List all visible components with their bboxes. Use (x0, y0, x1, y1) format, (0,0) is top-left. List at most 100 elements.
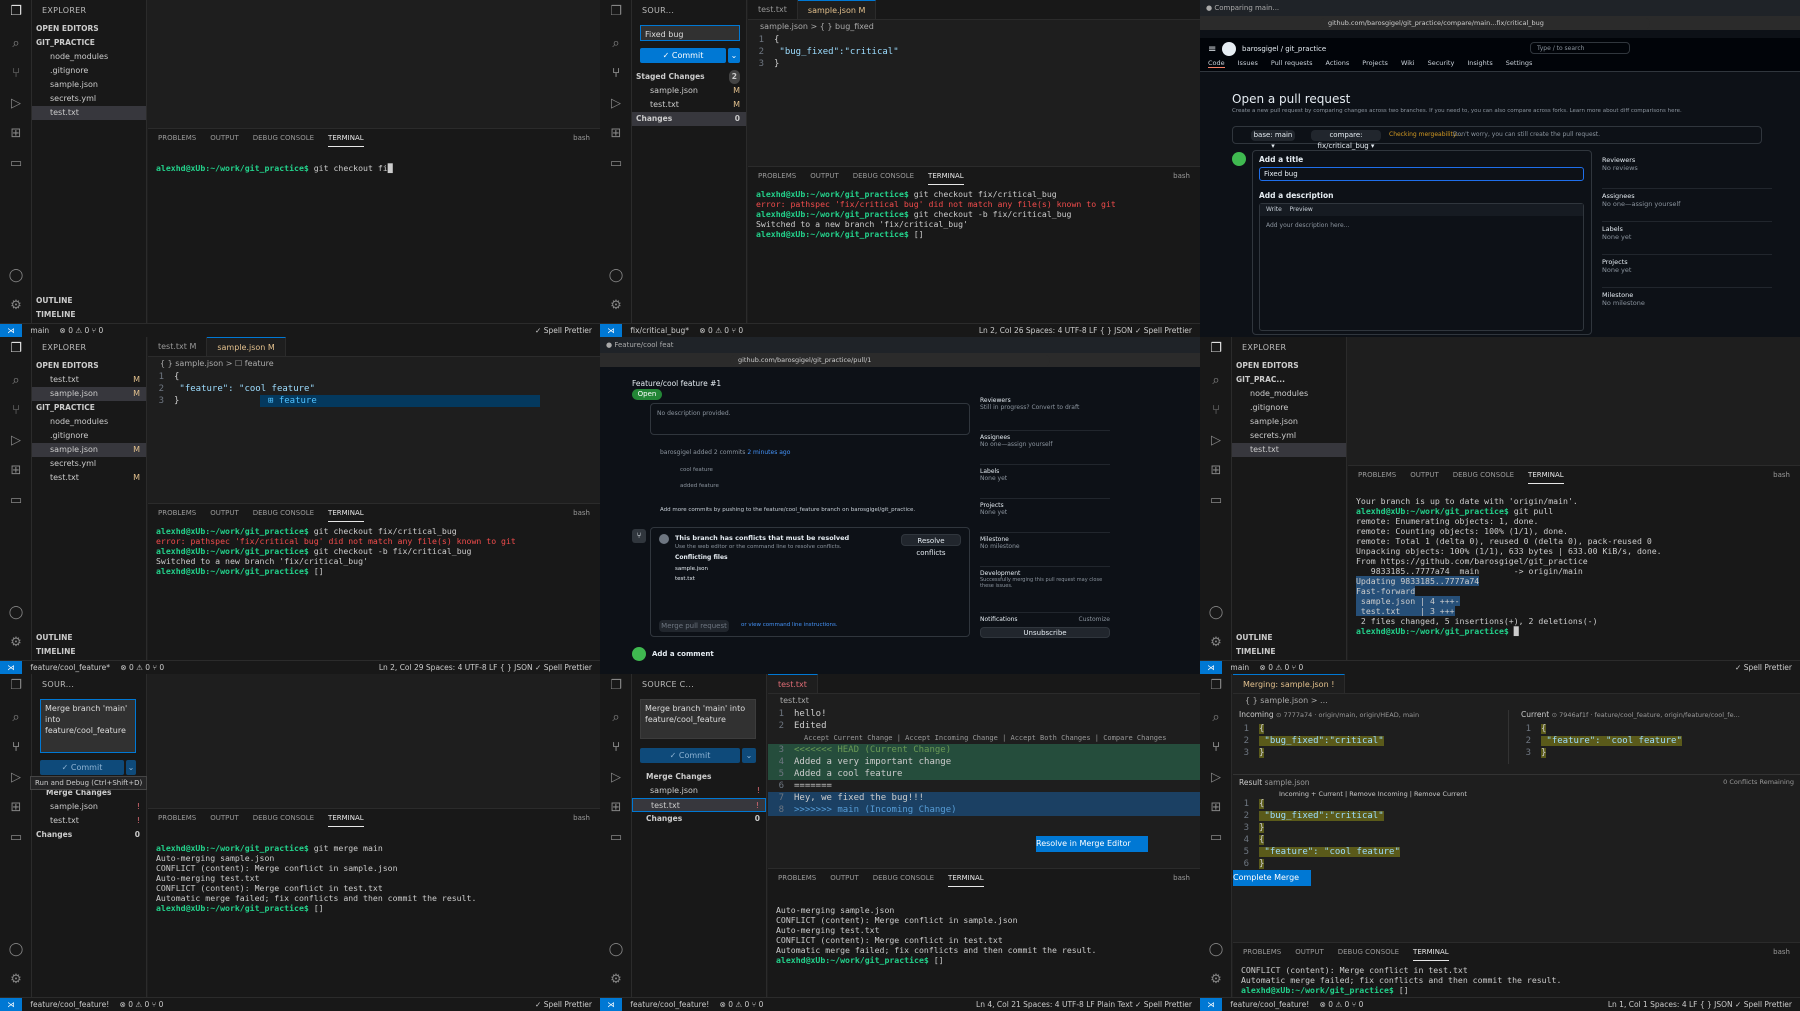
current-pane[interactable]: Current ⊙ 7946af1f · feature/cool_featur… (1515, 710, 1800, 764)
result-pane[interactable]: Result sample.json 0 Conflicts Remaining … (1233, 774, 1800, 934)
conflict-file[interactable]: test.txt (675, 576, 695, 582)
sidebar-labels[interactable]: Labels None yet (980, 465, 1110, 499)
extensions-icon[interactable]: ⊞ (8, 126, 24, 142)
tab-debug-console[interactable]: DEBUG CONSOLE (1453, 466, 1514, 484)
tab-problems[interactable]: PROBLEMS (1243, 943, 1281, 961)
search-icon[interactable]: ⌕ (8, 373, 24, 389)
base-branch-select[interactable]: base: main ▾ (1251, 130, 1295, 150)
repo-section[interactable]: GIT_PRAC... (1232, 373, 1346, 387)
gear-icon[interactable]: ⚙ (1208, 635, 1224, 651)
tab-preview[interactable]: Preview (1289, 206, 1312, 213)
source-control-icon[interactable]: ⑂ (8, 403, 24, 419)
status-branch[interactable]: main (1230, 663, 1249, 672)
outline-section[interactable]: OUTLINE (32, 294, 146, 308)
conflict-file[interactable]: sample.json (675, 566, 708, 572)
commit-item[interactable]: added feature (680, 483, 719, 489)
description-input[interactable]: Add your description here... (1260, 216, 1583, 235)
outline-section[interactable]: OUTLINE (32, 631, 146, 645)
run-debug-icon[interactable]: ▷ (608, 770, 624, 786)
timeline-section[interactable]: TIMELINE (32, 308, 146, 322)
tab-terminal[interactable]: TERMINAL (328, 504, 364, 522)
files-icon[interactable]: ❐ (1208, 678, 1224, 694)
nav-insights[interactable]: Insights (1467, 59, 1492, 68)
tab-output[interactable]: OUTPUT (810, 167, 839, 185)
shell-label[interactable]: bash (1773, 943, 1800, 961)
tree-item-sample-json[interactable]: sample.json (1232, 415, 1346, 429)
tree-item-sample-json[interactable]: sample.json (32, 78, 146, 92)
run-debug-icon[interactable]: ▷ (1208, 770, 1224, 786)
shell-label[interactable]: bash (1173, 869, 1200, 887)
resolve-merge-editor-button[interactable]: Resolve in Merge Editor (1036, 836, 1148, 852)
tree-item-sample-json[interactable]: sample.json M (32, 443, 146, 457)
run-debug-icon[interactable]: ▷ (608, 96, 624, 112)
menu-icon[interactable]: ≡ (1208, 44, 1216, 55)
status-problems[interactable]: ⊗ 0 ⚠ 0 ⑂ 0 (699, 326, 743, 335)
search-icon[interactable]: ⌕ (608, 710, 624, 726)
search-input[interactable]: Type / to search (1530, 42, 1630, 54)
tab-test-txt[interactable]: test.txt (768, 674, 818, 693)
tab-terminal[interactable]: TERMINAL (948, 869, 984, 887)
account-icon[interactable]: ◯ (8, 268, 24, 284)
outline-section[interactable]: OUTLINE (1232, 631, 1346, 645)
nav-projects[interactable]: Projects (1362, 59, 1388, 68)
autocomplete-suggestion[interactable]: ⊞ feature (260, 395, 540, 407)
merge-file[interactable]: sample.json! (632, 784, 766, 798)
run-debug-icon[interactable]: ▷ (8, 96, 24, 112)
tab-output[interactable]: OUTPUT (1295, 943, 1324, 961)
shell-label[interactable]: bash (573, 809, 600, 827)
merge-file[interactable]: sample.json! (32, 800, 146, 814)
tree-item-test-txt[interactable]: test.txt (1232, 443, 1346, 457)
source-control-icon[interactable]: ⑂ (608, 740, 624, 756)
tab-output[interactable]: OUTPUT (830, 869, 859, 887)
tree-item-test-txt[interactable]: test.txt M (32, 471, 146, 485)
tree-item-secrets-yml[interactable]: secrets.yml (32, 457, 146, 471)
open-editors-section[interactable]: OPEN EDITORS (1232, 359, 1346, 373)
remote-icon[interactable]: ▭ (1208, 493, 1224, 509)
extensions-icon[interactable]: ⊞ (608, 126, 624, 142)
terminal-output[interactable]: CONFLICT (content): Merge conflict in te… (1233, 961, 1800, 999)
breadcrumb[interactable]: sample.json > { } bug_fixed (748, 20, 1200, 34)
status-branch[interactable]: feature/cool_feature! (1230, 1000, 1309, 1009)
changes-header[interactable]: Changes 0 (632, 112, 746, 126)
source-control-icon[interactable]: ⑂ (608, 66, 624, 82)
files-icon[interactable]: ❐ (1208, 341, 1224, 357)
status-problems[interactable]: ⊗ 0 ⚠ 0 ⑂ 0 (120, 1000, 164, 1009)
terminal-output[interactable]: alexhd@xUb:~/work/git_practice$ git chec… (148, 522, 600, 580)
staged-file[interactable]: sample.json M (632, 84, 746, 98)
status-problems[interactable]: ⊗ 0 ⚠ 0 ⑂ 0 (1320, 1000, 1364, 1009)
shell-label[interactable]: bash (1773, 466, 1800, 484)
remote-indicator[interactable]: ⋊ (1200, 661, 1222, 674)
extensions-icon[interactable]: ⊞ (1208, 463, 1224, 479)
sidebar-assignees[interactable]: Assignees No one—assign yourself (980, 431, 1110, 465)
gear-icon[interactable]: ⚙ (608, 972, 624, 988)
breadcrumb[interactable]: { } sample.json > ... (1233, 694, 1800, 708)
tab-merging-sample-json[interactable]: Merging: sample.json ! (1233, 674, 1346, 693)
sidebar-assignees[interactable]: Assignees No one—assign yourself (1602, 189, 1772, 222)
tab-terminal[interactable]: TERMINAL (928, 167, 964, 185)
remote-indicator[interactable]: ⋊ (600, 324, 622, 337)
remote-icon[interactable]: ▭ (608, 830, 624, 846)
commit-dropdown-icon[interactable]: ⌄ (742, 748, 756, 763)
tree-item-gitignore[interactable]: .gitignore (32, 429, 146, 443)
tab-output[interactable]: OUTPUT (1410, 466, 1439, 484)
remote-icon[interactable]: ▭ (1208, 830, 1224, 846)
address-bar[interactable]: github.com/barosgigel/git_practice/compa… (1320, 18, 1650, 29)
source-control-icon[interactable]: ⑂ (1208, 740, 1224, 756)
staged-changes-header[interactable]: Staged Changes 2 (632, 70, 746, 84)
tab-terminal[interactable]: TERMINAL (1413, 943, 1449, 961)
source-control-icon[interactable]: ⑂ (8, 740, 24, 756)
account-icon[interactable]: ◯ (1208, 942, 1224, 958)
tab-problems[interactable]: PROBLEMS (1358, 466, 1396, 484)
merge-pull-request-button[interactable]: Merge pull request (659, 620, 729, 632)
github-logo-icon[interactable] (1222, 42, 1236, 56)
account-icon[interactable]: ◯ (1208, 605, 1224, 621)
tree-item-node-modules[interactable]: node_modules (1232, 387, 1346, 401)
commit-dropdown-icon[interactable]: ⌄ (126, 760, 136, 775)
tree-item-gitignore[interactable]: .gitignore (32, 64, 146, 78)
tab-problems[interactable]: PROBLEMS (158, 504, 196, 522)
tab-terminal[interactable]: TERMINAL (1528, 466, 1564, 484)
search-icon[interactable]: ⌕ (1208, 710, 1224, 726)
tab-write[interactable]: Write (1266, 206, 1282, 213)
tab-sample-json[interactable]: sample.json M (207, 337, 286, 356)
files-icon[interactable]: ❐ (8, 678, 24, 694)
